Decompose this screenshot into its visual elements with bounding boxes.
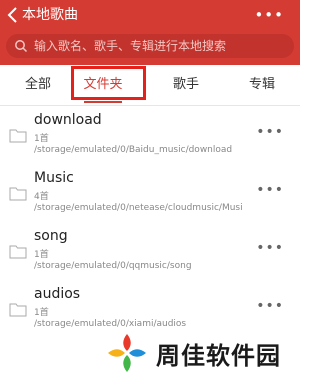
page-title: 本地歌曲 [22, 7, 78, 23]
tab-all[interactable]: 全部 [8, 65, 68, 105]
folder-name: Music [34, 170, 74, 186]
search-icon [15, 40, 28, 53]
list-item[interactable]: song 1首 /storage/emulated/0/qqmusic/song… [0, 222, 300, 280]
song-count: 1首 [34, 308, 49, 318]
song-count: 1首 [34, 134, 49, 144]
tab-bar: 全部 文件夹 歌手 专辑 [0, 65, 300, 106]
folder-name: audios [34, 286, 81, 302]
folder-name: song [34, 228, 68, 244]
item-more-icon[interactable]: ••• [256, 124, 284, 140]
folder-path: /storage/emulated/0/netease/cloudmusic/M… [34, 203, 243, 213]
watermark-logo-icon [108, 334, 146, 372]
back-arrow-icon[interactable] [6, 6, 20, 24]
folder-path: /storage/emulated/0/qqmusic/song [34, 261, 192, 271]
folder-icon [9, 245, 27, 259]
tab-albums[interactable]: 专辑 [232, 65, 292, 105]
item-more-icon[interactable]: ••• [256, 298, 284, 314]
annotation-highlight-box [71, 66, 146, 100]
search-placeholder: 输入歌名、歌手、专辑进行本地搜索 [34, 39, 227, 53]
app-header: 本地歌曲 ••• 输入歌名、歌手、专辑进行本地搜索 [0, 0, 300, 65]
search-input[interactable]: 输入歌名、歌手、专辑进行本地搜索 [6, 34, 294, 58]
folder-path: /storage/emulated/0/xiami/audios [34, 319, 187, 329]
song-count: 1首 [34, 250, 49, 260]
song-count: 4首 [34, 192, 49, 202]
list-item[interactable]: download 1首 /storage/emulated/0/Baidu_mu… [0, 106, 300, 164]
item-more-icon[interactable]: ••• [256, 182, 284, 198]
folder-path: /storage/emulated/0/Baidu_music/download [34, 145, 233, 155]
list-item[interactable]: Music 4首 /storage/emulated/0/netease/clo… [0, 164, 300, 222]
more-menu-icon[interactable]: ••• [254, 4, 284, 26]
folder-name: download [34, 112, 102, 128]
folder-list: download 1首 /storage/emulated/0/Baidu_mu… [0, 106, 300, 338]
folder-icon [9, 129, 27, 143]
folder-icon [9, 303, 27, 317]
active-tab-indicator [84, 101, 122, 103]
watermark-text: 周佳软件园 [156, 342, 281, 370]
folder-icon [9, 187, 27, 201]
item-more-icon[interactable]: ••• [256, 240, 284, 256]
tab-artists[interactable]: 歌手 [156, 65, 216, 105]
watermark: 周佳软件园 [104, 330, 294, 376]
